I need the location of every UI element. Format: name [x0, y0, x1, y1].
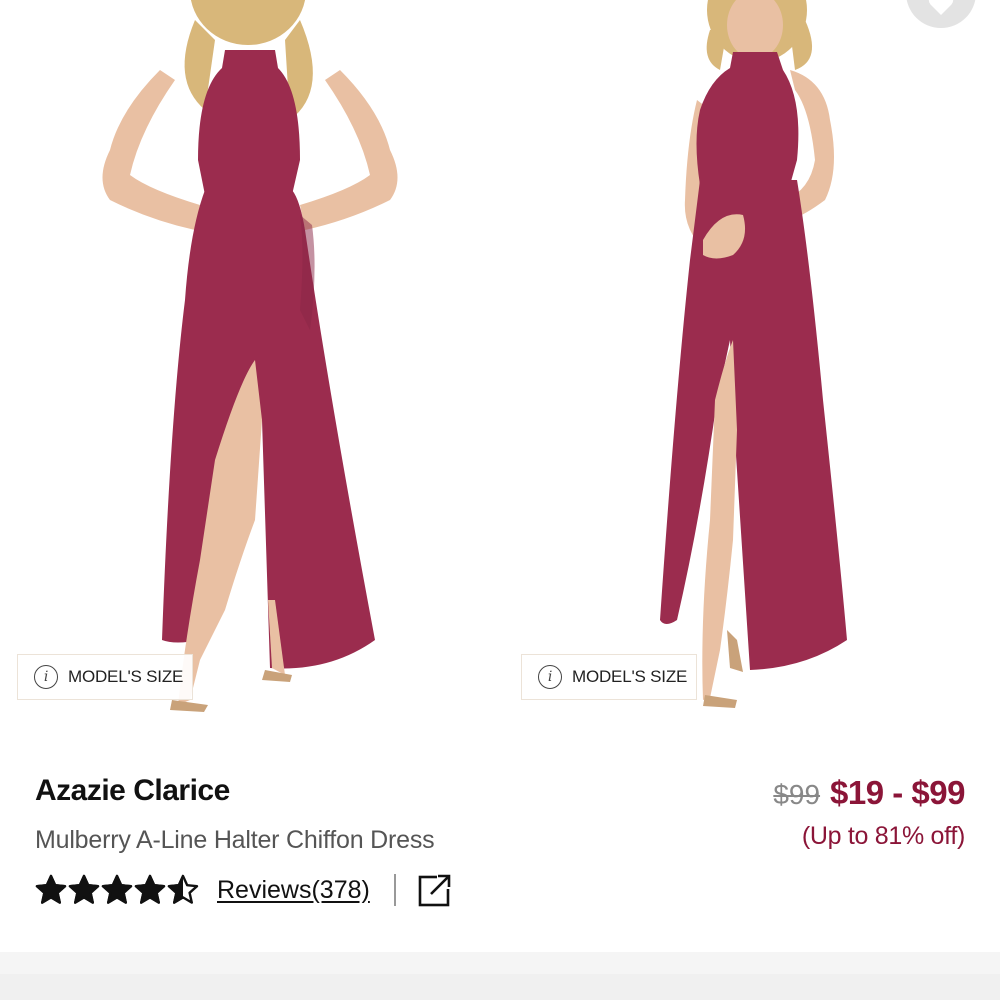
original-price: $99: [773, 779, 821, 810]
product-gallery[interactable]: i MODEL'S SIZE i MODEL'S SIZE: [0, 0, 1000, 722]
star-rating: [35, 874, 199, 906]
star-full-icon: [35, 874, 67, 904]
section-divider: [0, 952, 1000, 1000]
product-title: Mulberry A-Line Halter Chiffon Dress: [35, 826, 435, 854]
star-full-icon: [101, 874, 133, 904]
model-front-illustration: [0, 0, 505, 722]
star-half-icon: [167, 874, 199, 904]
external-link-icon[interactable]: [418, 873, 452, 907]
star-full-icon: [68, 874, 100, 904]
model-side-illustration: [505, 0, 1000, 722]
star-full-icon: [134, 874, 166, 904]
discount-label: (Up to 81% off): [801, 822, 965, 850]
product-info-panel: Azazie Clarice Mulberry A-Line Halter Ch…: [0, 722, 1000, 952]
product-image-front[interactable]: [0, 0, 505, 722]
heart-icon: [928, 0, 954, 15]
divider: [393, 874, 396, 906]
info-icon: i: [34, 665, 58, 689]
models-size-badge[interactable]: i MODEL'S SIZE: [17, 654, 193, 700]
info-icon: i: [538, 665, 562, 689]
sale-price: $19 - $99: [830, 774, 965, 811]
models-size-badge[interactable]: i MODEL'S SIZE: [521, 654, 697, 700]
models-size-label: MODEL'S SIZE: [572, 667, 688, 686]
product-brand: Azazie Clarice: [35, 774, 230, 807]
product-image-side[interactable]: [505, 0, 1000, 722]
rating-row: Reviews(378): [35, 870, 452, 910]
models-size-label: MODEL'S SIZE: [68, 667, 184, 686]
price-block: $99 $19 - $99 (Up to 81% off): [773, 774, 965, 851]
reviews-link[interactable]: Reviews(378): [217, 876, 370, 905]
